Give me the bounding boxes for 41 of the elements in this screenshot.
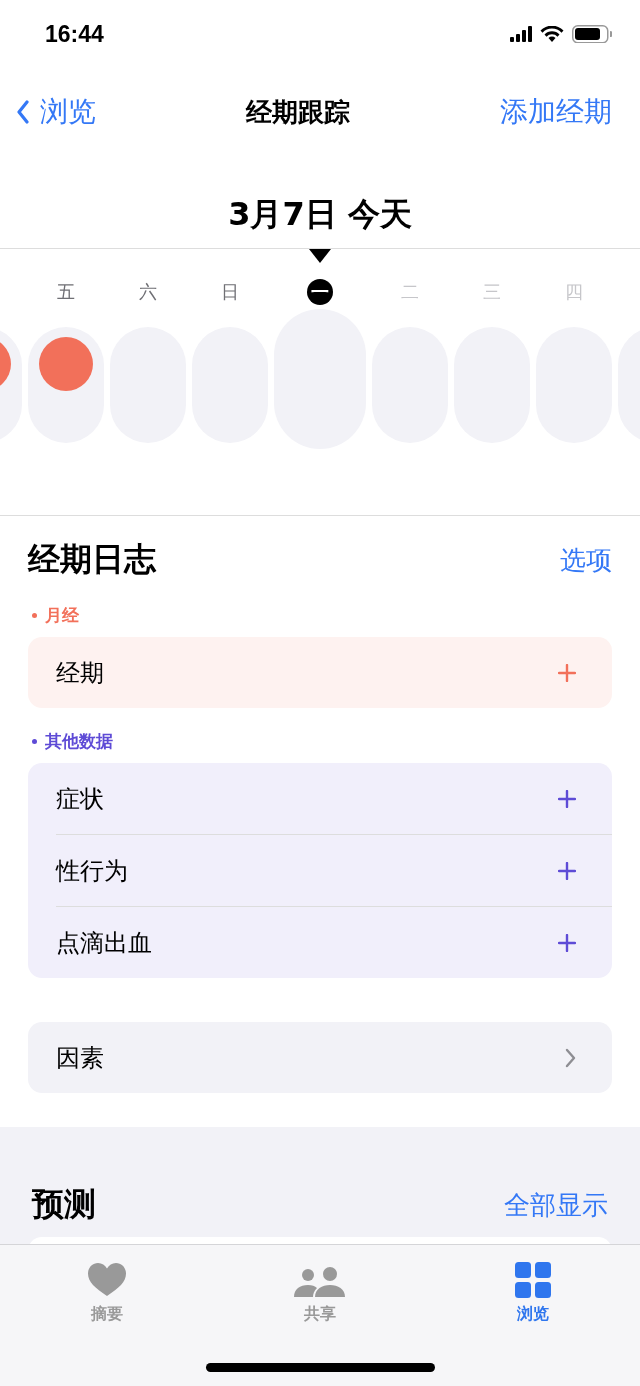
date-heading: 3月7日 今天 <box>0 164 640 249</box>
weekday-label[interactable]: 日 <box>217 279 243 305</box>
chevron-icon <box>565 1047 576 1068</box>
add-icon <box>558 663 576 682</box>
options-link[interactable]: 选项 <box>560 542 612 578</box>
row-label: 症状 <box>56 783 104 815</box>
people-icon <box>293 1266 347 1298</box>
wifi-icon <box>540 26 564 42</box>
tab-label: 浏览 <box>517 1304 550 1325</box>
tab-label: 摘要 <box>90 1304 123 1325</box>
back-chevron-icon <box>16 100 30 124</box>
add-icon <box>558 789 576 808</box>
weekday-label[interactable]: 五 <box>53 279 79 305</box>
add-icon <box>558 933 576 952</box>
status-time: 16:44 <box>45 20 104 48</box>
pointer-icon <box>309 249 331 263</box>
tab-item[interactable]: 浏览 <box>473 1257 594 1325</box>
add-period-button[interactable]: 添加经期 <box>500 93 612 131</box>
group-label: 其他数据 <box>45 730 113 753</box>
show-all-link[interactable]: 全部显示 <box>504 1187 608 1223</box>
section-title: 经期日志 <box>28 539 156 580</box>
weekday-label[interactable]: 一 <box>307 279 333 305</box>
section-title: 预测 <box>32 1184 96 1225</box>
heart-icon <box>86 1262 127 1298</box>
battery-icon <box>572 25 612 43</box>
tab-label: 共享 <box>304 1304 336 1325</box>
factors-row[interactable]: 因素 <box>28 1022 612 1093</box>
signal-icon <box>510 26 532 42</box>
row-label: 因素 <box>56 1042 104 1074</box>
tab-item[interactable]: 摘要 <box>46 1257 167 1325</box>
row-label: 点滴出血 <box>56 927 152 959</box>
page-title: 经期跟踪 <box>246 95 350 129</box>
weekday-label[interactable]: 六 <box>135 279 161 305</box>
row-label: 经期 <box>56 657 104 689</box>
grid-icon <box>515 1262 552 1298</box>
tab-item[interactable]: 共享 <box>260 1257 380 1325</box>
group-label: 月经 <box>45 604 79 627</box>
back-button[interactable]: 浏览 <box>16 93 96 131</box>
period-dot <box>39 337 93 391</box>
row-label: 性行为 <box>56 855 128 887</box>
add-icon <box>558 861 576 880</box>
